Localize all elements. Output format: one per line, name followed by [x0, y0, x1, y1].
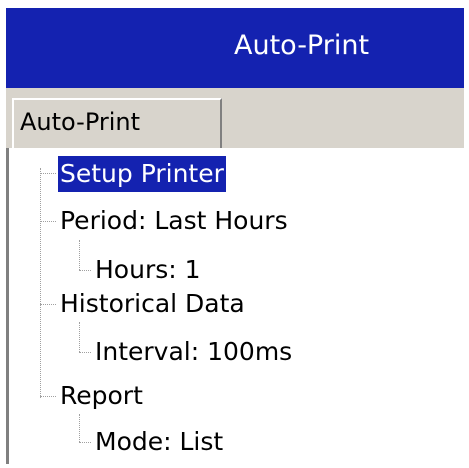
settings-tree: Setup Printer Period: Last Hours Hours: … — [6, 148, 464, 464]
tree-item-interval[interactable]: Interval: 100ms — [93, 334, 294, 370]
tree-item-hours[interactable]: Hours: 1 — [93, 252, 203, 288]
window-title: Auto-Print — [234, 30, 370, 61]
tree-connector — [79, 352, 91, 353]
tab-label: Auto-Print — [20, 108, 141, 136]
tree-item-report[interactable]: Report — [58, 378, 145, 414]
auto-print-window: Auto-Print Auto-Print Setup Printer Peri… — [6, 8, 464, 464]
tab-auto-print[interactable]: Auto-Print — [12, 98, 222, 150]
tree-connector — [79, 442, 91, 443]
tree-item-historical-data[interactable]: Historical Data — [58, 286, 247, 322]
tree-connector — [79, 270, 91, 271]
tree-item-setup-printer[interactable]: Setup Printer — [58, 156, 226, 192]
tree-connector — [40, 221, 56, 222]
tree-connector — [79, 322, 80, 352]
tree-connector — [79, 414, 80, 442]
tree-connector — [40, 173, 56, 174]
tree-connector — [40, 304, 56, 305]
tab-strip: Auto-Print — [6, 88, 464, 150]
tree-connector — [40, 396, 56, 397]
title-bar: Auto-Print — [6, 8, 464, 88]
tree-item-period[interactable]: Period: Last Hours — [58, 203, 290, 239]
tree-item-mode[interactable]: Mode: List — [93, 424, 225, 460]
tree-connector — [79, 240, 80, 270]
tree-connector — [40, 168, 41, 398]
